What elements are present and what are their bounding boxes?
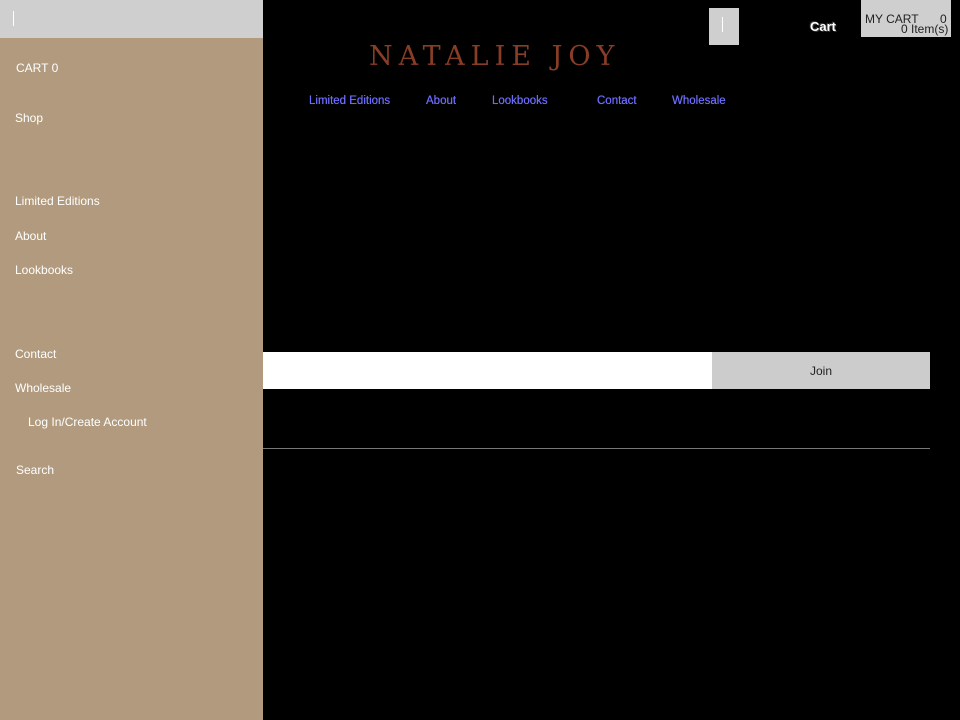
drawer-item-lookbooks[interactable]: Lookbooks [15,263,73,277]
drawer-item-contact[interactable]: Contact [15,347,56,361]
nav-contact[interactable]: Contact [597,95,637,107]
cart-link[interactable]: Cart [810,19,836,34]
drawer-search-link[interactable]: Search [16,463,54,477]
drawer-item-wholesale[interactable]: Wholesale [15,381,71,395]
drawer-search-bar[interactable] [0,0,263,38]
footer-divider [263,448,930,449]
mini-cart-button[interactable]: MY CART 0 0 Item(s) [861,0,951,37]
side-drawer: CART 0 Shop Limited Editions About Lookb… [0,0,263,720]
nav-limited-editions[interactable]: Limited Editions [309,95,390,107]
drawer-item-limited-editions[interactable]: Limited Editions [15,194,100,208]
newsletter-join-button[interactable]: Join [712,352,930,389]
text-cursor [13,11,14,26]
nav-wholesale[interactable]: Wholesale [672,95,726,107]
drawer-login-link[interactable]: Log In/Create Account [28,415,147,429]
search-cursor-icon [722,17,723,32]
drawer-item-shop[interactable]: Shop [15,111,43,125]
search-toggle-button[interactable] [709,8,739,45]
nav-about[interactable]: About [426,95,456,107]
newsletter-email-input[interactable] [263,352,712,389]
nav-lookbooks[interactable]: Lookbooks [492,95,548,107]
drawer-item-about[interactable]: About [15,229,46,243]
drawer-cart-link[interactable]: CART 0 [16,61,58,75]
site-logo[interactable]: NATALIE JOY [369,41,620,72]
mini-cart-items: 0 Item(s) [901,22,949,36]
